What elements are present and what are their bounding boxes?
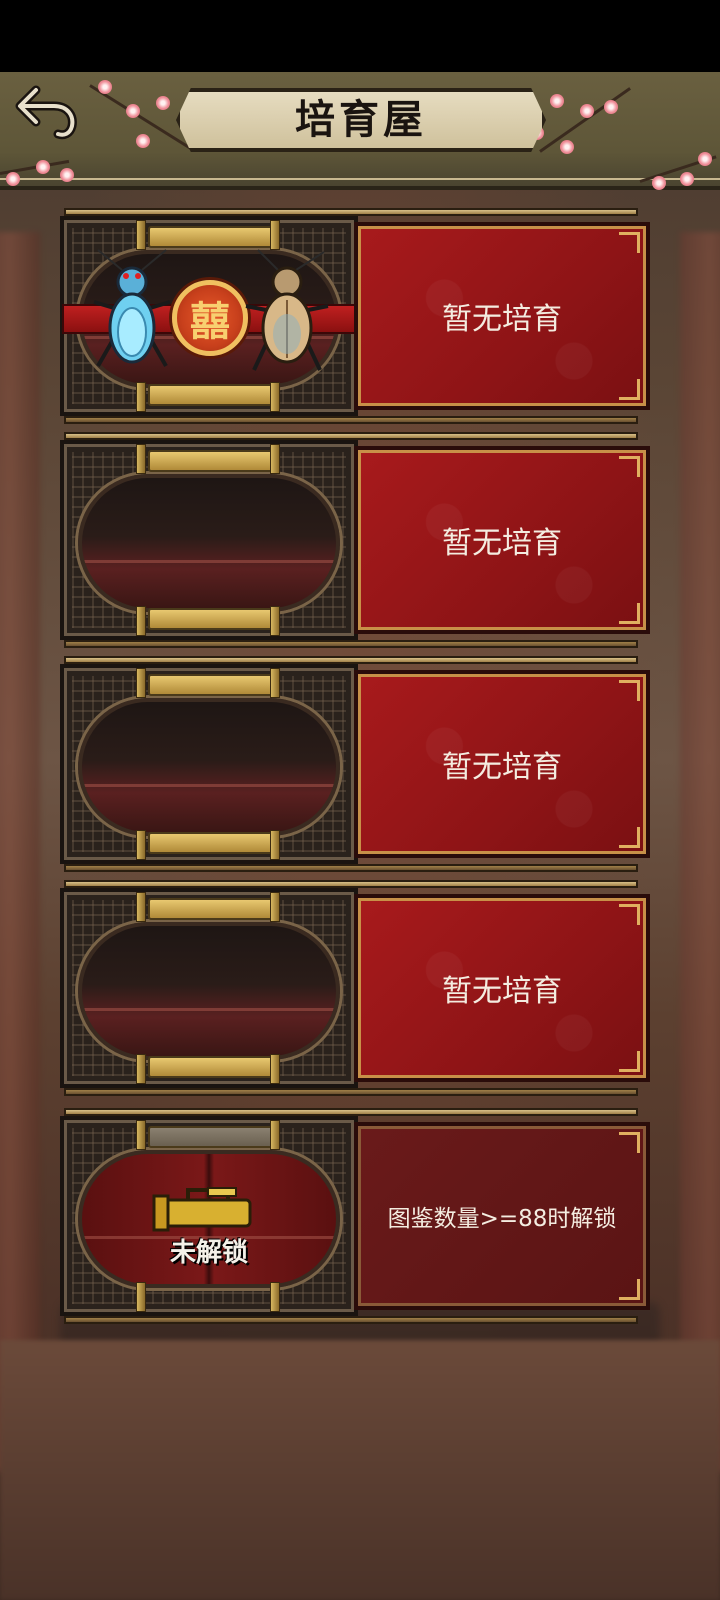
double-happiness-emblem: 囍 [172, 280, 248, 356]
slot-window [78, 922, 340, 1060]
breeding-slot-3[interactable]: 暂无培育 [60, 656, 658, 872]
slot-window [78, 698, 340, 836]
padlock-icon [152, 1187, 252, 1232]
blossom-icon [36, 160, 50, 174]
slot-status-text: 暂无培育 [442, 974, 562, 1009]
slot-status-panel[interactable]: 暂无培育 [354, 670, 650, 858]
back-arrow-icon [15, 85, 77, 140]
slot-frame: 未解锁 [60, 1116, 358, 1316]
blossom-icon [680, 172, 694, 186]
status-bar [0, 0, 720, 72]
golden-cricket-icon [245, 249, 329, 371]
slot-frame: 囍 [60, 216, 364, 416]
slot-bottom-rail [64, 416, 638, 424]
blue-cricket-icon [93, 249, 171, 367]
slot-status-panel[interactable]: 暂无培育 [354, 222, 650, 410]
unlock-requirement-text: 图鉴数量>=88时解锁 [387, 1206, 617, 1232]
background-pillar-left [0, 232, 40, 1472]
blossom-icon [580, 104, 594, 118]
back-button[interactable] [14, 82, 80, 140]
blossom-icon [652, 176, 666, 190]
breeding-slot-1[interactable]: 囍 暂无培育 [60, 208, 658, 424]
locked-label: 未解锁 [169, 1238, 248, 1268]
blossom-icon [136, 134, 150, 148]
blossom-icon [126, 104, 140, 118]
slot-window [78, 474, 340, 612]
slot-status-panel[interactable]: 暂无培育 [354, 446, 650, 634]
blossom-icon [560, 140, 574, 154]
background-pillar-right [680, 232, 720, 1472]
slot-frame [60, 664, 358, 864]
breeding-slot-2[interactable]: 暂无培育 [60, 432, 658, 648]
blossom-icon [604, 100, 618, 114]
slot-frame [60, 888, 358, 1088]
slot-top-rail [64, 208, 638, 216]
slot-frame [60, 440, 358, 640]
blossom-icon [98, 80, 112, 94]
slot-status-panel[interactable]: 暂无培育 [354, 894, 650, 1082]
background-floor [0, 1340, 720, 1600]
slot-status-text: 暂无培育 [442, 750, 562, 785]
slot-status-text: 暂无培育 [442, 302, 562, 337]
slot-status-text: 暂无培育 [442, 526, 562, 561]
blossom-icon [550, 94, 564, 108]
blossom-icon [6, 172, 20, 186]
blossom-icon [60, 168, 74, 182]
slot-unlock-requirement-panel[interactable]: 图鉴数量>=88时解锁 [354, 1122, 650, 1310]
page-title: 培育屋 [295, 96, 427, 143]
blossom-icon [156, 96, 170, 110]
blossom-icon [698, 152, 712, 166]
breeding-slot-4[interactable]: 暂无培育 [60, 880, 658, 1096]
breeding-slot-5-locked[interactable]: 未解锁 图鉴数量>=88时解锁 [60, 1108, 658, 1324]
